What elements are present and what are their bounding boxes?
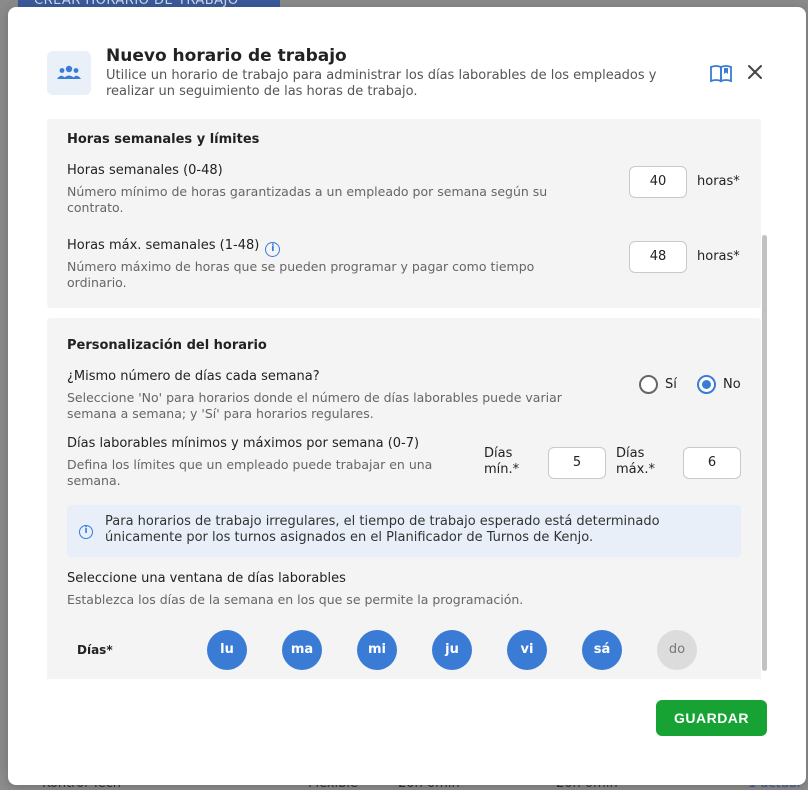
weekly-hours-description: Número mínimo de horas garantizadas a un…: [67, 184, 548, 215]
radio-yes[interactable]: Sí: [639, 375, 677, 394]
day-chip-vi[interactable]: vi: [507, 630, 547, 670]
window-label: Seleccione una ventana de días laborable…: [67, 571, 346, 586]
weekly-hours-label: Horas semanales (0-48): [67, 163, 223, 178]
dialog-scroll-area[interactable]: Horas semanales y límites Horas semanale…: [47, 119, 761, 679]
close-icon[interactable]: [746, 63, 764, 85]
min-max-description: Defina los límites que un empleado puede…: [67, 457, 433, 488]
day-chip-lu[interactable]: lu: [207, 630, 247, 670]
day-chip-mi[interactable]: mi: [357, 630, 397, 670]
radio-yes-circle[interactable]: [639, 375, 658, 394]
max-days-input[interactable]: 6: [683, 447, 741, 479]
weekly-hours-unit: horas*: [697, 174, 740, 189]
days-label: Días*: [77, 643, 113, 657]
dialog-subtitle: Utilice un horario de trabajo para admin…: [106, 68, 657, 99]
same-days-label: ¿Mismo número de días cada semana?: [67, 369, 320, 384]
weekly-section-title: Horas semanales y límites: [67, 132, 260, 147]
min-max-label: Días laborables mínimos y máximos por se…: [67, 436, 420, 451]
same-days-description: Seleccione 'No' para horarios donde el n…: [67, 390, 562, 421]
min-days-input[interactable]: 5: [548, 447, 606, 479]
save-button[interactable]: GUARDAR: [656, 700, 767, 736]
book-icon[interactable]: [709, 64, 733, 88]
max-days-label: Días máx.*: [616, 446, 655, 477]
info-icon[interactable]: i: [265, 242, 281, 257]
max-hours-unit: horas*: [697, 249, 740, 264]
day-chip-sá[interactable]: sá: [582, 630, 622, 670]
window-description: Establezca los días de la semana en los …: [67, 592, 524, 607]
custom-section-title: Personalización del horario: [67, 338, 267, 353]
weekly-hours-input[interactable]: 40: [629, 166, 687, 198]
radio-yes-label: Sí: [665, 377, 677, 392]
day-chip-ju[interactable]: ju: [432, 630, 472, 670]
radio-no-label: No: [723, 377, 741, 392]
scrollbar[interactable]: [762, 235, 767, 671]
radio-no[interactable]: No: [697, 375, 741, 394]
info-note: i Para horarios de trabajo irregulares, …: [67, 505, 741, 557]
info-note-text: Para horarios de trabajo irregulares, el…: [105, 514, 660, 545]
new-schedule-dialog: Nuevo horario de trabajo Utilice un hora…: [8, 7, 806, 785]
dialog-title: Nuevo horario de trabajo: [106, 46, 347, 66]
max-hours-input[interactable]: 48: [629, 241, 687, 273]
schedule-customization-card: Personalización del horario ¿Mismo númer…: [47, 318, 761, 679]
min-days-label: Días mín.*: [484, 446, 520, 477]
max-hours-description: Número máximo de horas que se pueden pro…: [67, 259, 535, 290]
day-chip-do[interactable]: do: [657, 630, 697, 670]
info-icon: i: [79, 525, 93, 539]
weekly-hours-card: Horas semanales y límites Horas semanale…: [47, 119, 761, 308]
day-chip-ma[interactable]: ma: [282, 630, 322, 670]
radio-no-circle[interactable]: [697, 375, 716, 394]
max-hours-label: Horas máx. semanales (1-48) i: [67, 238, 281, 257]
